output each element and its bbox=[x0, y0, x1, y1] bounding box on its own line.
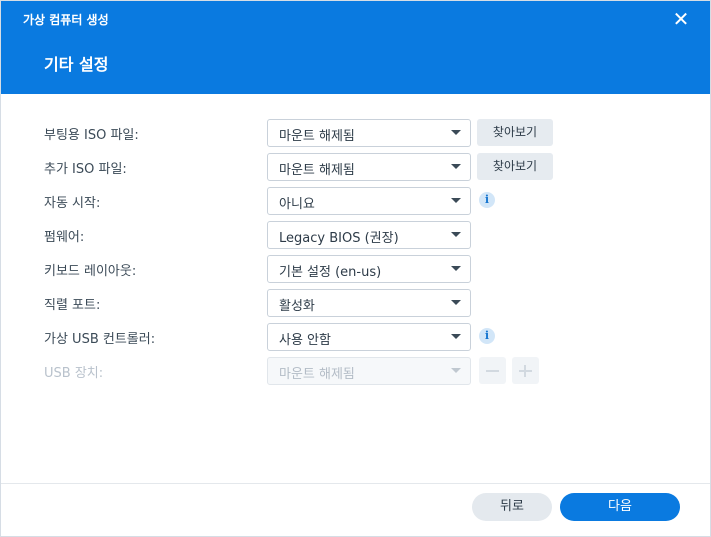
usb-device-value: 마운트 해제됨 bbox=[279, 367, 355, 382]
firmware-select[interactable]: Legacy BIOS (권장) bbox=[267, 221, 471, 249]
boot-iso-browse-button[interactable]: 찾아보기 bbox=[477, 119, 553, 146]
keyboard-layout-label: 키보드 레이아웃: bbox=[44, 264, 137, 279]
keyboard-layout-row: 키보드 레이아웃: 기본 설정 (en-us) bbox=[1, 255, 710, 283]
usb-controller-select[interactable]: 사용 안함 bbox=[267, 323, 471, 351]
boot-iso-select[interactable]: 마운트 해제됨 bbox=[267, 119, 471, 147]
firmware-row: 펌웨어: Legacy BIOS (권장) bbox=[1, 221, 710, 249]
auto-start-row: 자동 시작: 아니요 i bbox=[1, 187, 710, 215]
chevron-down-icon bbox=[451, 334, 461, 339]
additional-iso-select[interactable]: 마운트 해제됨 bbox=[267, 153, 471, 181]
minus-icon bbox=[486, 370, 499, 372]
chevron-down-icon bbox=[451, 232, 461, 237]
serial-port-label: 직렬 포트: bbox=[44, 298, 101, 313]
chevron-down-icon bbox=[451, 164, 461, 169]
boot-iso-value: 마운트 해제됨 bbox=[279, 129, 355, 144]
firmware-label: 펌웨어: bbox=[44, 230, 85, 245]
usb-controller-label: 가상 USB 컨트롤러: bbox=[44, 332, 156, 347]
usb-device-select[interactable]: 마운트 해제됨 bbox=[267, 357, 471, 385]
chevron-down-icon bbox=[451, 130, 461, 135]
info-icon[interactable]: i bbox=[479, 328, 495, 344]
keyboard-layout-select[interactable]: 기본 설정 (en-us) bbox=[267, 255, 471, 283]
serial-port-row: 직렬 포트: 활성화 bbox=[1, 289, 710, 317]
close-icon[interactable]: ✕ bbox=[670, 8, 692, 30]
keyboard-layout-value: 기본 설정 (en-us) bbox=[279, 265, 382, 280]
back-button[interactable]: 뒤로 bbox=[472, 493, 552, 521]
auto-start-select[interactable]: 아니요 bbox=[267, 187, 471, 215]
dialog-header: 가상 컴퓨터 생성 ✕ 기타 설정 bbox=[1, 1, 710, 94]
additional-iso-row: 추가 ISO 파일: 마운트 해제됨 찾아보기 bbox=[1, 153, 710, 181]
usb-controller-value: 사용 안함 bbox=[279, 333, 331, 348]
chevron-down-icon bbox=[451, 198, 461, 203]
usb-device-label: USB 장치: bbox=[44, 366, 104, 381]
create-vm-dialog: 가상 컴퓨터 생성 ✕ 기타 설정 부팅용 ISO 파일: 마운트 해제됨 찾아… bbox=[0, 0, 711, 537]
usb-controller-row: 가상 USB 컨트롤러: 사용 안함 i bbox=[1, 323, 710, 351]
additional-iso-value: 마운트 해제됨 bbox=[279, 163, 355, 178]
boot-iso-label: 부팅용 ISO 파일: bbox=[44, 128, 139, 143]
additional-iso-label: 추가 ISO 파일: bbox=[44, 162, 127, 177]
remove-usb-button[interactable] bbox=[479, 357, 506, 384]
info-icon[interactable]: i bbox=[479, 192, 495, 208]
auto-start-value: 아니요 bbox=[279, 197, 315, 212]
auto-start-label: 자동 시작: bbox=[44, 196, 101, 211]
firmware-value: Legacy BIOS (권장) bbox=[279, 231, 399, 246]
chevron-down-icon bbox=[451, 266, 461, 271]
dialog-footer: 뒤로 다음 bbox=[1, 483, 710, 536]
boot-iso-row: 부팅용 ISO 파일: 마운트 해제됨 찾아보기 bbox=[1, 119, 710, 147]
window-title: 가상 컴퓨터 생성 bbox=[23, 13, 109, 27]
additional-iso-browse-button[interactable]: 찾아보기 bbox=[477, 153, 553, 180]
next-button[interactable]: 다음 bbox=[560, 493, 680, 521]
serial-port-select[interactable]: 활성화 bbox=[267, 289, 471, 317]
step-title: 기타 설정 bbox=[44, 55, 109, 74]
chevron-down-icon bbox=[451, 368, 461, 373]
chevron-down-icon bbox=[451, 300, 461, 305]
add-usb-button[interactable] bbox=[512, 357, 539, 384]
usb-device-row: USB 장치: 마운트 해제됨 bbox=[1, 357, 710, 385]
serial-port-value: 활성화 bbox=[279, 299, 315, 314]
